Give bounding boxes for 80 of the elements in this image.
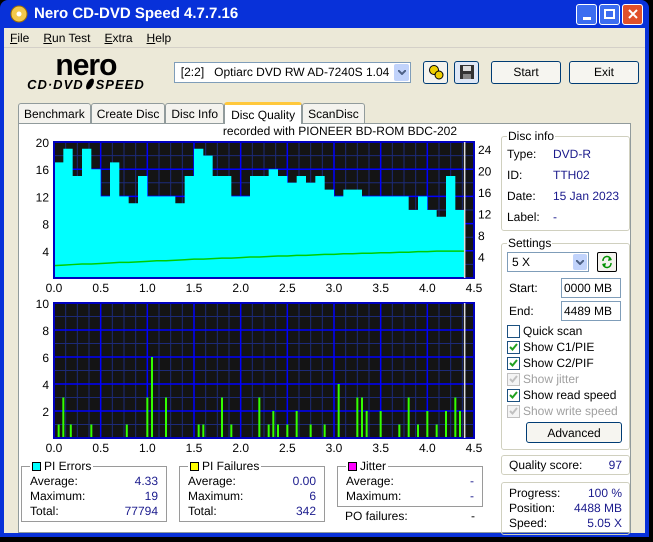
axis-label: 1.0 (139, 281, 156, 294)
progress-label: Progress: (509, 486, 560, 501)
chart-caption: recorded with PIONEER BD-ROM BDC-202 (222, 124, 457, 138)
stat-value: 19 (144, 489, 158, 504)
axis-label: 3.0 (326, 281, 342, 294)
progress-value: 4488 MB (574, 501, 622, 516)
group-title: PI Errors (44, 459, 92, 474)
stat-value: 342 (296, 504, 316, 519)
axis-label: 4 (42, 378, 49, 392)
progress-label: Speed: (509, 516, 548, 531)
stat-value: 0.00 (292, 474, 316, 489)
stat-value: - (470, 489, 474, 504)
axis-label: 4.5 (466, 281, 482, 294)
axis-label: 4.0 (419, 441, 436, 455)
axis-label: 6 (42, 351, 49, 365)
start-label: Start: (508, 280, 539, 297)
progress-label: Position: (509, 501, 556, 516)
stat-label: Total: (188, 504, 217, 519)
axis-label: 2 (42, 405, 49, 419)
info-value: 15 Jan 2023 (553, 188, 620, 205)
axis-label: 8 (42, 324, 49, 338)
stat-label: Maximum: (30, 489, 86, 504)
stat-label: Total: (30, 504, 59, 519)
axis-label: 4.5 (466, 441, 482, 455)
axis-label: 20 (36, 138, 49, 150)
axis-label: 12 (478, 208, 492, 222)
axis-label: 2.0 (232, 281, 249, 294)
axis-label: 4 (478, 250, 485, 264)
axis-label: 3.5 (372, 281, 389, 294)
axis-label: 24 (478, 143, 492, 157)
axis-label: 12 (36, 190, 49, 204)
info-value: TTH02 (553, 167, 590, 184)
axis-label: 1.5 (186, 441, 202, 455)
axis-label: 10 (36, 297, 49, 311)
progress-value: 5.05 X (587, 516, 622, 531)
stat-label: Average: (188, 474, 236, 489)
info-label: Label: (507, 209, 541, 226)
end-label: End: (508, 303, 535, 320)
axis-label: 8 (42, 218, 49, 232)
logo: nero CD·DVD SPEED (26, 54, 146, 90)
info-value: DVD-R (553, 146, 591, 163)
stat-value: 4.33 (134, 474, 158, 489)
stat-label: Average: (346, 474, 394, 489)
stat-value: - (471, 509, 475, 524)
stat-value: 77794 (124, 504, 158, 519)
axis-label: 16 (478, 186, 492, 200)
stat-label: Average: (30, 474, 78, 489)
info-value: - (553, 209, 557, 226)
axis-label: 0.0 (46, 281, 62, 294)
axis-label: 0.0 (46, 441, 62, 455)
quality-value: 97 (608, 457, 622, 474)
stat-label: Maximum: (188, 489, 244, 504)
group-title: Disc info (507, 128, 556, 145)
quality-label: Quality score: (509, 457, 582, 474)
stat-label: PO failures: (345, 509, 408, 524)
axis-label: 20 (478, 164, 492, 178)
axis-label: 1.0 (139, 441, 156, 455)
stat-value: - (470, 474, 474, 489)
axis-label: 3.0 (326, 441, 342, 455)
group-title: Jitter (360, 459, 386, 474)
stat-value: 6 (309, 489, 316, 504)
progress-value: 100 % (588, 486, 622, 501)
info-label: ID: (507, 167, 524, 184)
axis-label: 2.5 (279, 281, 296, 294)
axis-label: 0.5 (92, 281, 109, 294)
axis-label: 4 (42, 244, 49, 259)
axis-label: 3.5 (372, 441, 389, 455)
info-label: Type: (507, 146, 538, 163)
axis-label: 8 (478, 229, 485, 243)
axis-label: 0.5 (92, 441, 109, 455)
group-title: PI Failures (202, 459, 260, 474)
axis-label: 2.5 (279, 441, 296, 455)
stat-label: Maximum: (346, 489, 402, 504)
axis-label: 4.0 (419, 281, 436, 294)
axis-label: 2.0 (232, 441, 249, 455)
group-title: Settings (507, 235, 552, 252)
info-label: Date: (507, 188, 537, 205)
window-title: Nero CD-DVD Speed 4.7.7.16 (34, 4, 240, 24)
axis-label: 16 (36, 163, 49, 178)
axis-label: 1.5 (186, 281, 202, 294)
